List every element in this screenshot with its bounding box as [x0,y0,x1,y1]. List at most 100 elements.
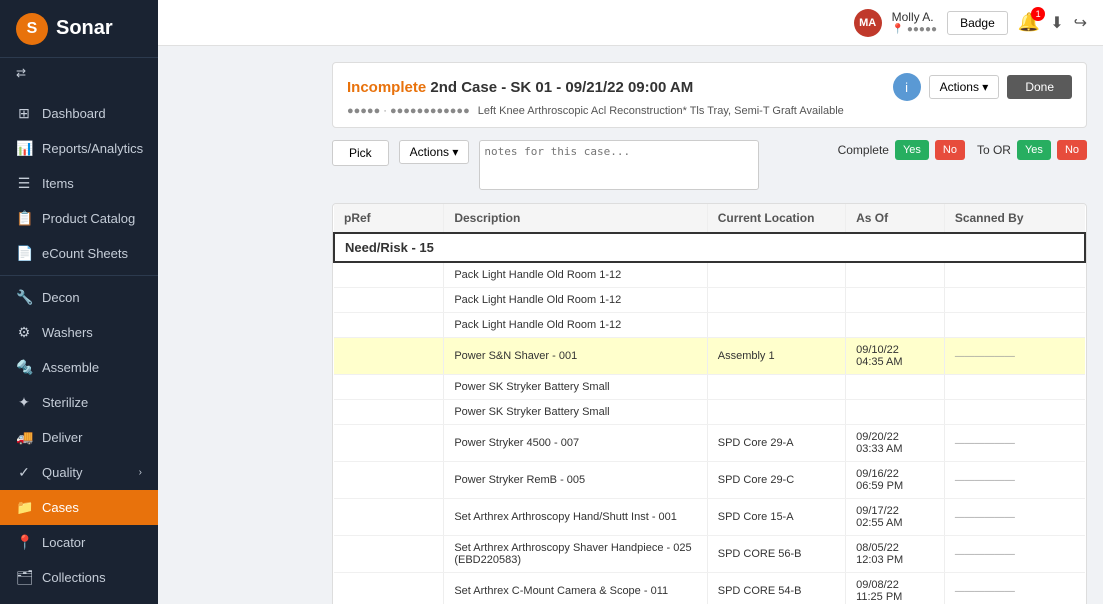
sidebar-item-items[interactable]: ☰ Items [0,166,158,201]
table-row: Set Arthrex Arthroscopy Hand/Shutt Inst … [334,499,1085,536]
cell-asof: 09/10/2204:35 AM [846,338,945,375]
table-row: Power Stryker 4500 - 007 SPD Core 29-A 0… [334,425,1085,462]
table-row: Power S&N Shaver - 001 Assembly 1 09/10/… [334,338,1085,375]
cell-loc: Assembly 1 [707,338,845,375]
sidebar-item-product-catalog[interactable]: 📋 Product Catalog [0,201,158,236]
sidebar-item-ecount[interactable]: 📄 eCount Sheets [0,236,158,271]
cell-pref [334,462,444,499]
sidebar-item-sterilize[interactable]: ✦ Sterilize [0,385,158,420]
swap-icon: ⇄ [16,66,26,80]
locator-icon: 📍 [16,534,32,551]
sidebar-item-decon[interactable]: 🔧 Decon [0,280,158,315]
washers-icon: ⚙ [16,324,32,341]
cell-scan: —————— [944,425,1085,462]
cell-scan [944,313,1085,338]
quality-icon: ✓ [16,464,32,481]
sidebar-item-dashboard[interactable]: ⊞ Dashboard [0,96,158,131]
cell-desc: Power SK Stryker Battery Small [444,375,707,400]
col-header-pref: pRef [334,204,444,233]
sidebar-item-assemble[interactable]: 🔩 Assemble [0,350,158,385]
cell-loc [707,288,845,313]
complete-section: Complete Yes No To OR Yes No [838,140,1087,160]
cell-desc: Power Stryker RemB - 005 [444,462,707,499]
cell-loc [707,262,845,288]
badge-button[interactable]: Badge [947,11,1008,35]
toolbar-actions-button[interactable]: Actions ▾ [399,140,470,164]
sidebar-item-cases[interactable]: 📁 Cases [0,490,158,525]
cell-desc: Set Arthrex C-Mount Camera & Scope - 011 [444,573,707,604]
cell-asof: 09/20/2203:33 AM [846,425,945,462]
sidebar-item-quality[interactable]: ✓ Quality › [0,455,158,490]
cell-scan [944,262,1085,288]
sidebar-label-product-catalog: Product Catalog [42,211,135,226]
complete-yes-button[interactable]: Yes [895,140,929,160]
cell-pref [334,288,444,313]
cell-scan: —————— [944,499,1085,536]
decon-icon: 🔧 [16,289,32,306]
username: Molly A. 📍 ●●●●● [892,10,937,35]
cell-desc: Pack Light Handle Old Room 1-12 [444,288,707,313]
table-row: Pack Light Handle Old Room 1-12 [334,262,1085,288]
sidebar-label-items: Items [42,176,74,191]
case-name: 2nd Case - SK 01 - 09/21/22 09:00 AM [430,79,693,96]
cell-pref [334,425,444,462]
complete-no-button[interactable]: No [935,140,965,160]
sidebar-label-decon: Decon [42,290,80,305]
toolbar-row: Pick Actions ▾ Complete Yes No To OR Yes… [332,140,1087,193]
deliver-icon: 🚚 [16,429,32,446]
cell-loc: SPD CORE 54-B [707,573,845,604]
table-header-row: pRef Description Current Location As Of … [334,204,1085,233]
info-button[interactable]: i [893,73,921,101]
scanned-by: —————— [955,512,1015,523]
cell-loc [707,375,845,400]
cell-scan: —————— [944,536,1085,573]
col-header-desc: Description [444,204,707,233]
case-title-row: Incomplete 2nd Case - SK 01 - 09/21/22 0… [347,73,1072,101]
cell-desc: Pack Light Handle Old Room 1-12 [444,262,707,288]
notes-input[interactable] [479,140,759,190]
cell-loc: SPD CORE 56-B [707,536,845,573]
table-row: Set Arthrex Arthroscopy Shaver Handpiece… [334,536,1085,573]
data-table-container: pRef Description Current Location As Of … [332,203,1087,604]
cell-loc [707,400,845,425]
to-or-yes-button[interactable]: Yes [1017,140,1051,160]
cell-pref [334,573,444,604]
actions-dropdown-button[interactable]: Actions ▾ [929,75,1000,99]
section-header-row: Need/Risk - 15 [334,233,1085,262]
sidebar-nav: ⊞ Dashboard 📊 Reports/Analytics ☰ Items … [0,88,158,604]
items-table: pRef Description Current Location As Of … [333,204,1086,604]
avatar: MA [854,9,882,37]
sidebar-item-collections[interactable]: 🗂 Collections [0,560,158,595]
sidebar-item-locator[interactable]: 📍 Locator [0,525,158,560]
cell-asof [846,288,945,313]
app-name: Sonar [56,17,113,40]
sidebar-swap[interactable]: ⇄ [0,58,158,88]
col-header-loc: Current Location [707,204,845,233]
sidebar-label-locator: Locator [42,535,85,550]
table-row: Pack Light Handle Old Room 1-12 [334,288,1085,313]
cell-pref [334,499,444,536]
table-row: Power Stryker RemB - 005 SPD Core 29-C 0… [334,462,1085,499]
table-row: Set Arthrex C-Mount Camera & Scope - 011… [334,573,1085,604]
notification-icon[interactable]: 🔔 1 [1018,12,1040,33]
done-button[interactable]: Done [1007,75,1072,99]
cell-pref [334,338,444,375]
reports-icon: 📊 [16,140,32,157]
sidebar-item-washers[interactable]: ⚙ Washers [0,315,158,350]
notification-badge: 1 [1031,7,1045,21]
collections-icon: 🗂 [16,569,32,586]
logout-icon[interactable]: ↪ [1074,13,1087,33]
main-content: Incomplete 2nd Case - SK 01 - 09/21/22 0… [316,46,1103,604]
product-catalog-icon: 📋 [16,210,32,227]
pick-button[interactable]: Pick [332,140,389,166]
items-icon: ☰ [16,175,32,192]
sidebar: S Sonar ⇄ ⊞ Dashboard 📊 Reports/Analytic… [0,0,158,604]
sidebar-item-reports[interactable]: 📊 Reports/Analytics [0,131,158,166]
sidebar-item-loaners[interactable]: 📦 Loaners [0,595,158,604]
notes-section [479,140,759,193]
to-or-no-button[interactable]: No [1057,140,1087,160]
case-id: ●●●●● · ●●●●●●●●●●●● [347,105,470,117]
sidebar-item-deliver[interactable]: 🚚 Deliver [0,420,158,455]
download-icon[interactable]: ⬇ [1050,13,1063,33]
cell-pref [334,375,444,400]
